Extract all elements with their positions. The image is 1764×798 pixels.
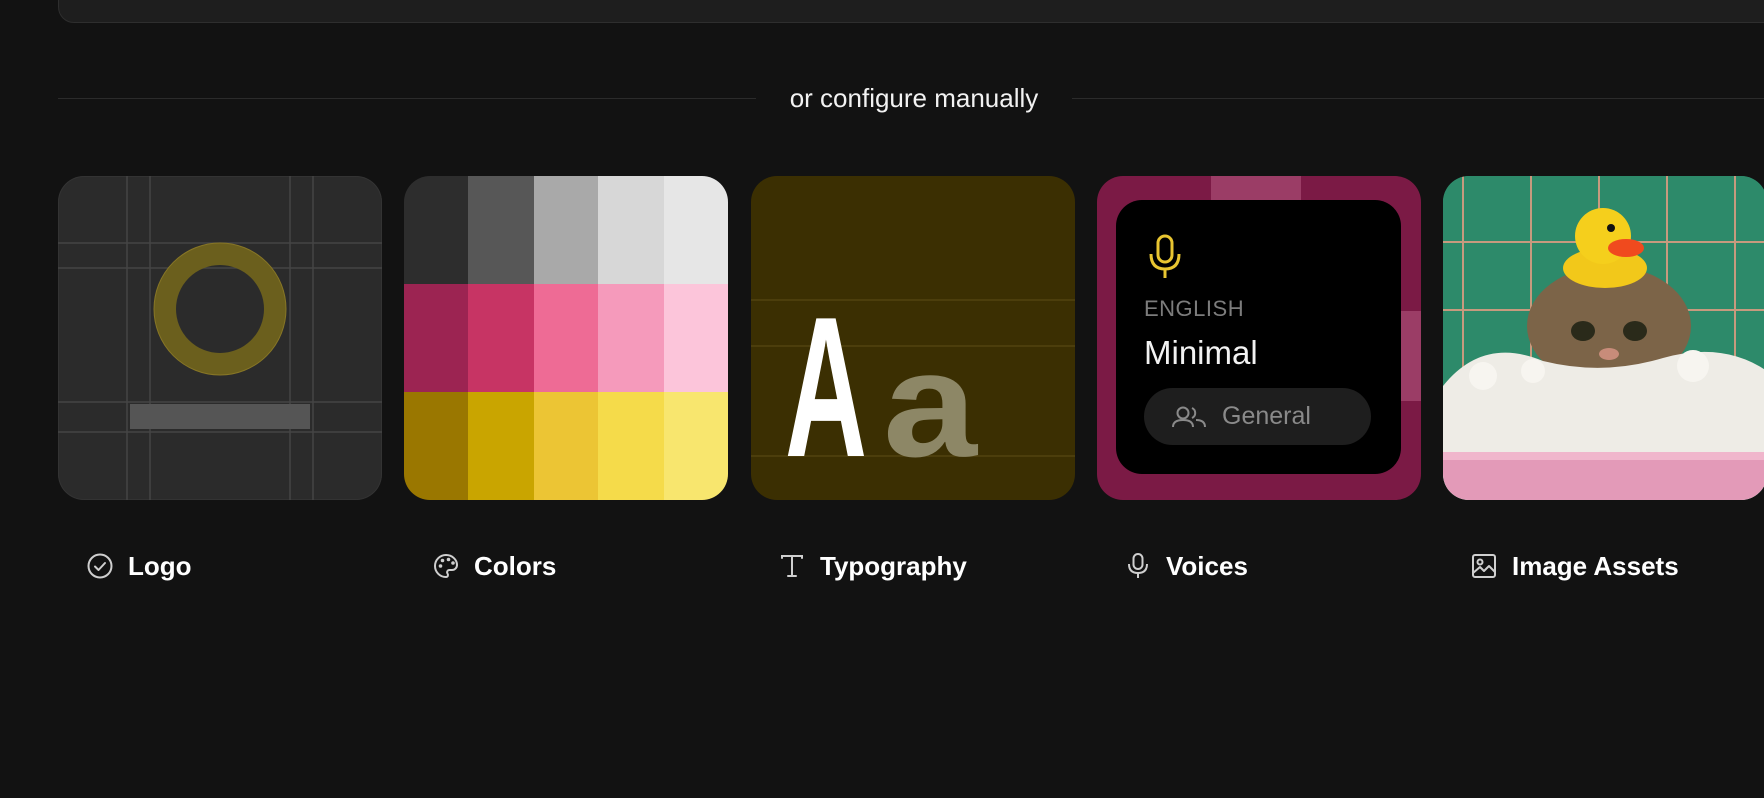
color-swatch	[468, 392, 534, 500]
voice-language: ENGLISH	[1144, 296, 1245, 321]
color-swatch	[404, 392, 468, 500]
typography-sample-upper: A	[785, 276, 867, 499]
color-swatch	[468, 176, 534, 284]
colors-label: Colors	[474, 550, 557, 581]
color-swatch	[534, 176, 598, 284]
voices-label: Voices	[1166, 550, 1248, 581]
check-circle-icon	[87, 553, 113, 579]
color-swatch	[404, 284, 468, 392]
image-assets-option[interactable]: Image Assets	[1470, 548, 1679, 584]
microphone-icon	[1128, 553, 1148, 578]
typography-card[interactable]: A a	[751, 176, 1075, 500]
logo-grid-illustration	[58, 176, 382, 500]
typography-sample-lower: a	[883, 320, 979, 488]
logo-option[interactable]: Logo	[86, 548, 192, 584]
typography-label: Typography	[820, 550, 967, 581]
logo-card[interactable]	[58, 176, 382, 500]
color-swatch	[598, 284, 664, 392]
voice-name: Minimal	[1144, 334, 1258, 371]
color-swatch	[664, 392, 728, 500]
colors-option[interactable]: Colors	[432, 548, 556, 584]
voice-pill-label: General	[1222, 402, 1311, 430]
divider-line-right	[1072, 98, 1764, 99]
top-input-panel[interactable]	[58, 0, 1764, 23]
color-swatch	[534, 392, 598, 500]
color-swatch-grid	[404, 176, 728, 500]
voice-preview-panel: ENGLISH Minimal General	[1116, 200, 1401, 474]
voices-option[interactable]: Voices	[1124, 548, 1248, 584]
image-assets-card[interactable]	[1443, 176, 1764, 500]
voices-card[interactable]: ENGLISH Minimal General	[1097, 176, 1421, 500]
color-swatch	[534, 284, 598, 392]
color-swatch	[404, 176, 468, 284]
typography-option[interactable]: Typography	[778, 548, 967, 584]
divider-line-left	[58, 98, 756, 99]
image-icon	[1472, 554, 1496, 578]
color-swatch	[598, 176, 664, 284]
logo-label: Logo	[128, 550, 192, 581]
color-swatch	[664, 176, 728, 284]
typography-illustration: A a	[751, 276, 1075, 499]
image-assets-label: Image Assets	[1512, 550, 1679, 581]
cat-with-rubber-duck-image	[1443, 176, 1764, 500]
voice-microphone-icon	[1149, 234, 1181, 278]
type-icon	[781, 555, 803, 577]
palette-icon	[434, 553, 459, 579]
configure-manually-label: or configure manually	[789, 83, 1039, 113]
colors-card[interactable]	[404, 176, 728, 500]
voice-category-pill: General	[1144, 388, 1371, 445]
users-icon	[1172, 406, 1206, 427]
color-swatch	[664, 284, 728, 392]
voices-frame-highlight	[1211, 176, 1301, 200]
color-swatch	[468, 284, 534, 392]
voices-frame-highlight-right	[1401, 311, 1421, 401]
color-swatch	[598, 392, 664, 500]
